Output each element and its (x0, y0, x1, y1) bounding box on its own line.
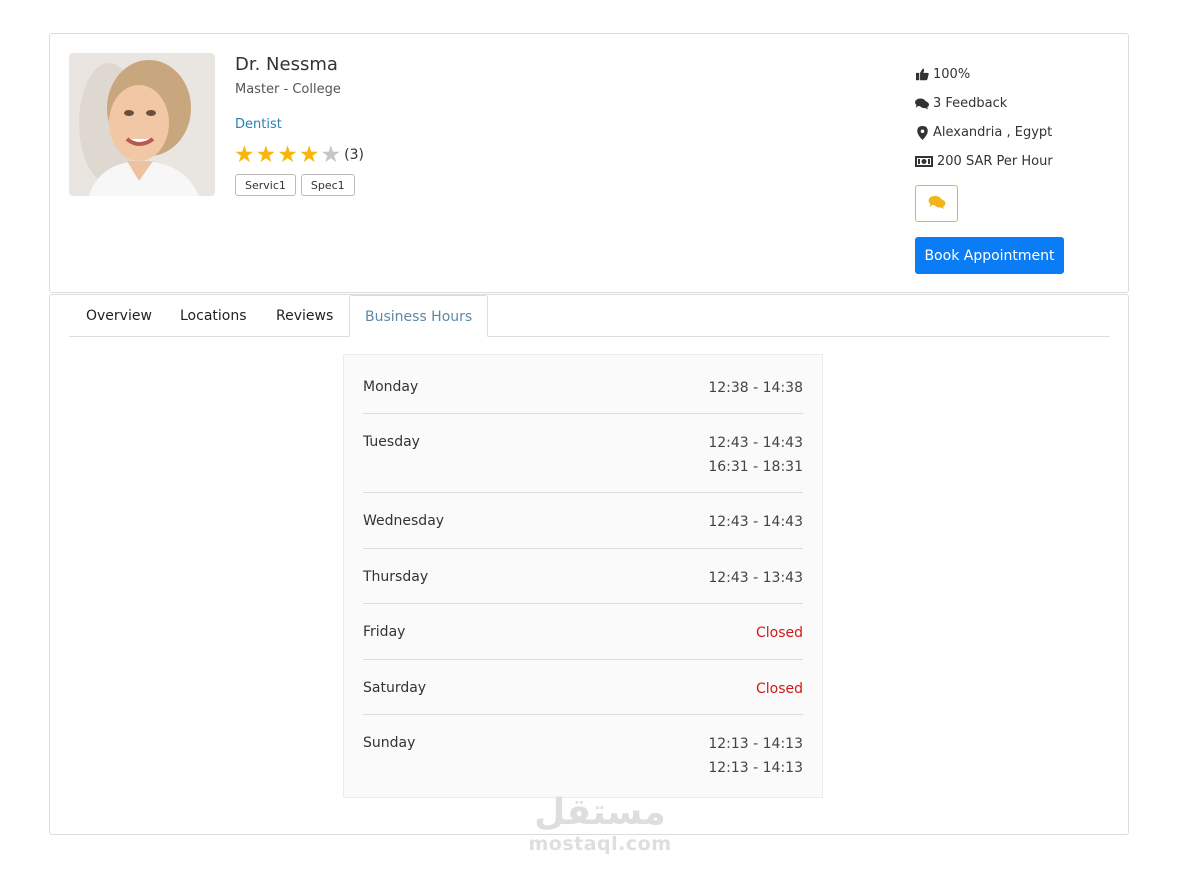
day-label: Wednesday (363, 513, 445, 529)
day-label: Friday (363, 624, 406, 640)
time-slot: 16:31 - 18:31 (708, 459, 803, 475)
time-slot: 12:38 - 14:38 (708, 380, 803, 396)
doctor-meta: 100% 3 Feedback Alexandria , Egypt 200 S… (915, 60, 1053, 176)
day-label: Thursday (363, 569, 429, 585)
doctor-profile-card: Dr. Nessma Master - College Dentist ★ ★ … (49, 33, 1129, 293)
closed-status: Closed (755, 625, 803, 641)
hours-row-sunday: Sunday 12:13 - 14:13 12:13 - 14:13 (363, 715, 803, 798)
rating-count: (3) (344, 147, 364, 163)
chat-button[interactable] (915, 185, 958, 222)
day-label: Sunday (363, 735, 416, 751)
hours-row-friday: Friday Closed (363, 604, 803, 660)
star-icon: ★ (234, 142, 255, 168)
hours-row-wednesday: Wednesday 12:43 - 14:43 (363, 493, 803, 549)
time-slots: Closed (756, 624, 803, 648)
location-text: Alexandria , Egypt (933, 125, 1053, 140)
time-slots: 12:43 - 14:43 (708, 513, 803, 537)
watermark-latin: mostaql.com (528, 833, 672, 855)
day-label: Saturday (363, 680, 427, 696)
day-label: Tuesday (363, 434, 420, 450)
likes-text: 100% (933, 67, 971, 82)
tab-locations[interactable]: Locations (180, 295, 247, 336)
time-slots: Closed (756, 680, 803, 704)
tag-service[interactable]: Servic1 (235, 174, 296, 196)
day-label: Monday (363, 379, 419, 395)
time-slots: 12:13 - 14:13 12:13 - 14:13 (708, 735, 803, 783)
tab-reviews[interactable]: Reviews (276, 295, 333, 336)
star-empty-icon: ★ (320, 142, 342, 168)
doctor-photo (69, 53, 215, 196)
comments-icon (928, 194, 946, 213)
likes-row: 100% (915, 60, 1053, 89)
doctor-name: Dr. Nessma (235, 54, 338, 75)
tab-business-hours[interactable]: Business Hours (349, 295, 489, 337)
watermark-arabic: مستقل (534, 792, 666, 833)
money-icon (915, 155, 933, 169)
tag-list: Servic1 Spec1 (235, 174, 355, 196)
price-row: 200 SAR Per Hour (915, 147, 1053, 176)
price-text: 200 SAR Per Hour (937, 154, 1053, 169)
time-slot: 12:43 - 14:43 (708, 435, 803, 451)
book-appointment-button[interactable]: Book Appointment (915, 237, 1064, 274)
time-slots: 12:43 - 14:43 16:31 - 18:31 (708, 434, 803, 482)
time-slot: 12:13 - 14:13 (708, 736, 803, 752)
tag-specialty[interactable]: Spec1 (300, 174, 355, 196)
comments-icon (915, 97, 929, 111)
thumbs-up-icon (915, 68, 929, 82)
time-slot: 12:43 - 14:43 (708, 514, 803, 530)
tab-bar: Overview Locations Reviews Business Hour… (69, 295, 1110, 337)
tab-overview[interactable]: Overview (86, 295, 152, 336)
feedback-text: 3 Feedback (933, 96, 1008, 111)
doctor-specialty-link[interactable]: Dentist (235, 117, 282, 132)
star-icon: ★ (298, 142, 320, 168)
feedback-row: 3 Feedback (915, 89, 1053, 118)
location-row: Alexandria , Egypt (915, 118, 1053, 147)
closed-status: Closed (755, 681, 803, 697)
map-marker-icon (915, 125, 929, 140)
time-slots: 12:38 - 14:38 (708, 379, 803, 403)
details-panel: Overview Locations Reviews Business Hour… (49, 294, 1129, 835)
hours-row-tuesday: Tuesday 12:43 - 14:43 16:31 - 18:31 (363, 414, 803, 493)
hours-row-monday: Monday 12:38 - 14:38 (363, 355, 803, 414)
star-rating: ★ ★ ★ ★ ★ (3) (234, 142, 364, 168)
hours-row-saturday: Saturday Closed (363, 660, 803, 715)
hours-row-thursday: Thursday 12:43 - 13:43 (363, 549, 803, 604)
watermark: مستقل mostaql.com (527, 792, 673, 856)
business-hours-table: Monday 12:38 - 14:38 Tuesday 12:43 - 14:… (343, 354, 823, 798)
star-icon: ★ (255, 142, 277, 168)
star-icon: ★ (277, 142, 298, 168)
time-slots: 12:43 - 13:43 (708, 569, 803, 593)
time-slot: 12:13 - 14:13 (708, 760, 803, 776)
time-slot: 12:43 - 13:43 (708, 570, 803, 586)
doctor-degree: Master - College (235, 82, 341, 97)
